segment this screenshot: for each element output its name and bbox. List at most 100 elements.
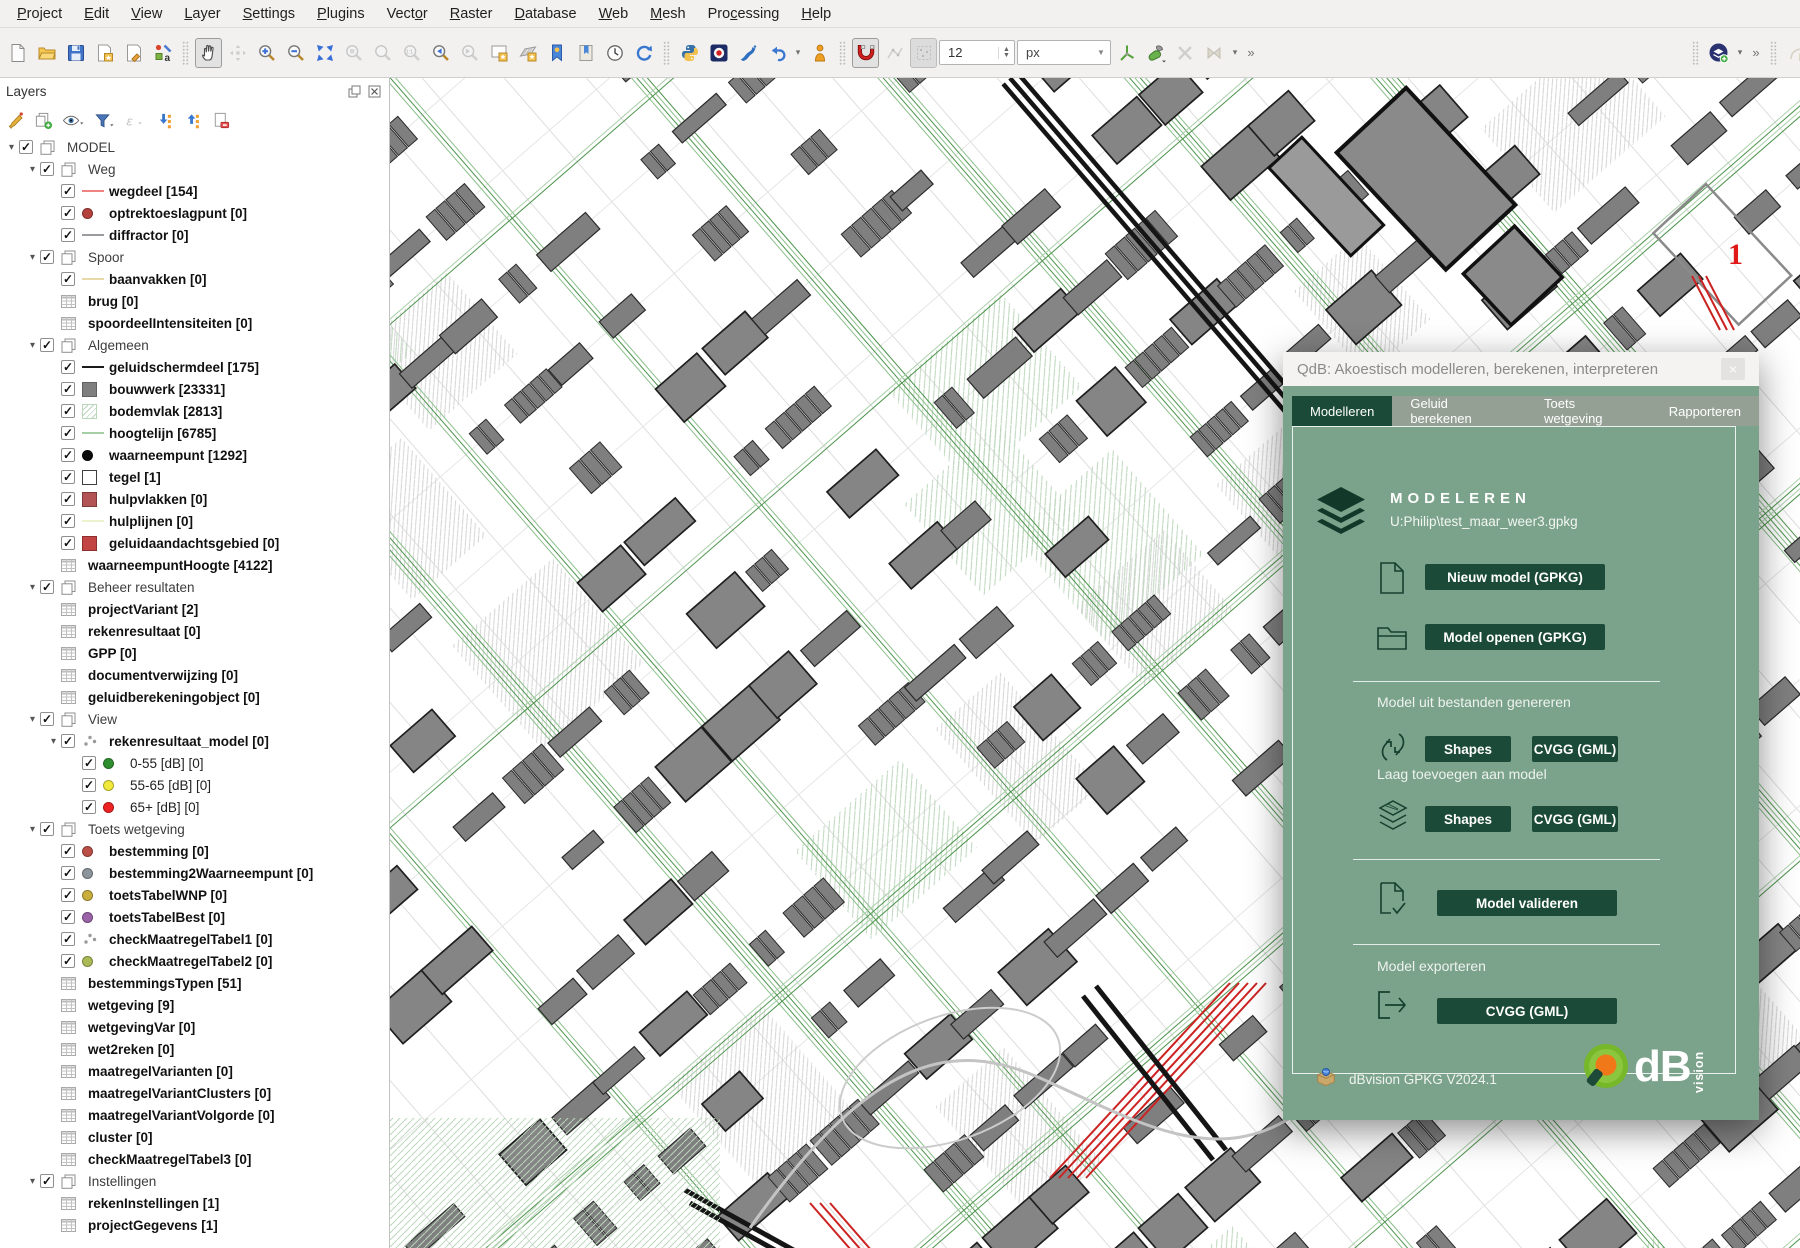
layer-row-bestemming2waarneempunt-0[interactable]: ✓bestemming2Waarneempunt [0] bbox=[0, 862, 389, 884]
dialog-close-button[interactable]: × bbox=[1721, 358, 1745, 380]
snapping-toggle-button[interactable] bbox=[852, 38, 879, 68]
visibility-checkbox[interactable]: ✓ bbox=[61, 844, 75, 858]
tab-geluid-berekenen[interactable]: Geluid berekenen bbox=[1392, 396, 1526, 426]
visibility-checkbox[interactable]: ✓ bbox=[40, 162, 54, 176]
layer-row-geluidaandachtsgebied-0[interactable]: ✓geluidaandachtsgebied [0] bbox=[0, 532, 389, 554]
snapping-tolerance-input[interactable]: 12 ▲▼ bbox=[939, 40, 1015, 65]
expand-arrow[interactable]: ▾ bbox=[25, 1176, 40, 1187]
visibility-checkbox[interactable]: ✓ bbox=[82, 800, 96, 814]
visibility-checkbox[interactable]: ✓ bbox=[40, 580, 54, 594]
visibility-checkbox[interactable]: ✓ bbox=[61, 954, 75, 968]
filter-legend-button[interactable] bbox=[91, 108, 117, 132]
osm-user-button[interactable] bbox=[806, 38, 833, 68]
visibility-checkbox[interactable]: ✓ bbox=[40, 712, 54, 726]
visibility-checkbox[interactable]: ✓ bbox=[61, 360, 75, 374]
zoom-to-layer-button[interactable] bbox=[369, 38, 396, 68]
layer-row-diffractor-0[interactable]: ✓diffractor [0] bbox=[0, 224, 389, 246]
menu-processing[interactable]: Processing bbox=[697, 3, 791, 25]
menu-mesh[interactable]: Mesh bbox=[639, 3, 696, 25]
spinbox-arrows[interactable]: ▲▼ bbox=[998, 47, 1014, 59]
digitize-with-shape-button[interactable] bbox=[1142, 38, 1169, 68]
layer-row-checkmaatregeltabel2-0[interactable]: ✓checkMaatregelTabel2 [0] bbox=[0, 950, 389, 972]
layer-row-hulplijnen-0[interactable]: ✓hulplijnen [0] bbox=[0, 510, 389, 532]
temporal-controller-button[interactable] bbox=[601, 38, 628, 68]
combo-dropdown-arrow[interactable]: ▼ bbox=[1092, 48, 1110, 57]
layer-row-projectvariant-2[interactable]: projectVariant [2] bbox=[0, 598, 389, 620]
tab-toets-wetgeving[interactable]: Toets wetgeving bbox=[1526, 396, 1651, 426]
visibility-checkbox[interactable]: ✓ bbox=[61, 888, 75, 902]
layer-row-projectgegevens-1[interactable]: projectGegevens [1] bbox=[0, 1214, 389, 1236]
visibility-checkbox[interactable]: ✓ bbox=[40, 250, 54, 264]
layer-row-wetgeving-9[interactable]: wetgeving [9] bbox=[0, 994, 389, 1016]
menu-raster[interactable]: Raster bbox=[439, 3, 504, 25]
new-spatial-bookmark-button[interactable] bbox=[543, 38, 570, 68]
reshape-features-button[interactable] bbox=[1200, 38, 1227, 68]
shapes-add-button[interactable]: Shapes bbox=[1425, 806, 1511, 832]
cvgg-add-button[interactable]: CVGG (GML) bbox=[1532, 806, 1618, 832]
expand-arrow[interactable]: ▾ bbox=[25, 582, 40, 593]
visibility-checkbox[interactable]: ✓ bbox=[61, 492, 75, 506]
undo-dropdown-arrow[interactable]: ▾ bbox=[792, 47, 804, 58]
panel-close-button[interactable] bbox=[366, 83, 383, 100]
quickosm-button[interactable] bbox=[734, 38, 761, 68]
layer-row-0-55-db-0[interactable]: ✓0-55 [dB] [0] bbox=[0, 752, 389, 774]
open-project-button[interactable] bbox=[33, 38, 60, 68]
new-print-layout-button[interactable] bbox=[91, 38, 118, 68]
layer-row-gpp-0[interactable]: GPP [0] bbox=[0, 642, 389, 664]
show-bookmarks-button[interactable] bbox=[572, 38, 599, 68]
layer-row-brug-0[interactable]: brug [0] bbox=[0, 290, 389, 312]
remove-layer-button[interactable] bbox=[209, 108, 233, 132]
visibility-checkbox[interactable]: ✓ bbox=[61, 448, 75, 462]
tab-rapporteren[interactable]: Rapporteren bbox=[1651, 396, 1759, 426]
menu-view[interactable]: View bbox=[120, 3, 173, 25]
layer-row-geluidschermdeel-175[interactable]: ✓geluidschermdeel [175] bbox=[0, 356, 389, 378]
visibility-checkbox[interactable]: ✓ bbox=[61, 866, 75, 880]
visibility-checkbox[interactable]: ✓ bbox=[82, 756, 96, 770]
python-console-button[interactable] bbox=[676, 38, 703, 68]
group-row-view[interactable]: ▾✓View bbox=[0, 708, 389, 730]
style-manager-button[interactable]: a bbox=[149, 38, 176, 68]
advanced-digitizing-button[interactable] bbox=[910, 38, 937, 68]
show-layout-manager-button[interactable] bbox=[120, 38, 147, 68]
save-project-button[interactable] bbox=[62, 38, 89, 68]
visibility-checkbox[interactable]: ✓ bbox=[61, 228, 75, 242]
layer-row-geluidberekeningobject-0[interactable]: geluidberekeningobject [0] bbox=[0, 686, 389, 708]
pan-to-selection-button[interactable] bbox=[224, 38, 251, 68]
visibility-checkbox[interactable]: ✓ bbox=[61, 932, 75, 946]
layer-row-maatregelvariantvolgorde-0[interactable]: maatregelVariantVolgorde [0] bbox=[0, 1104, 389, 1126]
visibility-checkbox[interactable]: ✓ bbox=[61, 272, 75, 286]
snapping-tolerance-value[interactable]: 12 bbox=[940, 45, 998, 60]
zoom-full-extent-button[interactable] bbox=[311, 38, 338, 68]
group-row-instellingen[interactable]: ▾✓Instellingen bbox=[0, 1170, 389, 1192]
zoom-last-button[interactable] bbox=[427, 38, 454, 68]
layer-row-wetgevingvar-0[interactable]: wetgevingVar [0] bbox=[0, 1016, 389, 1038]
expand-arrow[interactable]: ▾ bbox=[25, 340, 40, 351]
open-model-button[interactable]: Model openen (GPKG) bbox=[1425, 624, 1605, 650]
snapping-unit-select[interactable]: px ▼ bbox=[1017, 40, 1111, 65]
layer-row-maatregelvarianten-0[interactable]: maatregelVarianten [0] bbox=[0, 1060, 389, 1082]
cvgg-generate-button[interactable]: CVGG (GML) bbox=[1532, 736, 1618, 762]
visibility-checkbox[interactable]: ✓ bbox=[61, 470, 75, 484]
layer-row-bestemmingstypen-51[interactable]: bestemmingsTypen [51] bbox=[0, 972, 389, 994]
menu-vector[interactable]: Vector bbox=[376, 3, 439, 25]
visibility-checkbox[interactable]: ✓ bbox=[61, 404, 75, 418]
shapes-generate-button[interactable]: Shapes bbox=[1425, 736, 1511, 762]
layer-row-rekenresultaat-0[interactable]: rekenresultaat [0] bbox=[0, 620, 389, 642]
layer-row-wegdeel-154[interactable]: ✓wegdeel [154] bbox=[0, 180, 389, 202]
layer-row-bodemvlak-2813[interactable]: ✓bodemvlak [2813] bbox=[0, 400, 389, 422]
delete-selected-button[interactable] bbox=[1171, 38, 1198, 68]
layer-row-bouwwerk-23331[interactable]: ✓bouwwerk [23331] bbox=[0, 378, 389, 400]
expand-arrow[interactable]: ▾ bbox=[25, 714, 40, 725]
visibility-checkbox[interactable]: ✓ bbox=[61, 184, 75, 198]
expand-arrow[interactable]: ▾ bbox=[25, 252, 40, 263]
new-3d-map-view-button[interactable] bbox=[514, 38, 541, 68]
visibility-checkbox[interactable]: ✓ bbox=[61, 536, 75, 550]
menu-project[interactable]: Project bbox=[6, 3, 73, 25]
visibility-checkbox[interactable]: ✓ bbox=[40, 1174, 54, 1188]
qdb-plugin-button[interactable] bbox=[1705, 38, 1732, 68]
layer-row-maatregelvariantclusters-0[interactable]: maatregelVariantClusters [0] bbox=[0, 1082, 389, 1104]
menu-database[interactable]: Database bbox=[503, 3, 587, 25]
refresh-map-button[interactable] bbox=[630, 38, 657, 68]
add-group-button[interactable] bbox=[32, 108, 55, 132]
group-row-toets-wetgeving[interactable]: ▾✓Toets wetgeving bbox=[0, 818, 389, 840]
